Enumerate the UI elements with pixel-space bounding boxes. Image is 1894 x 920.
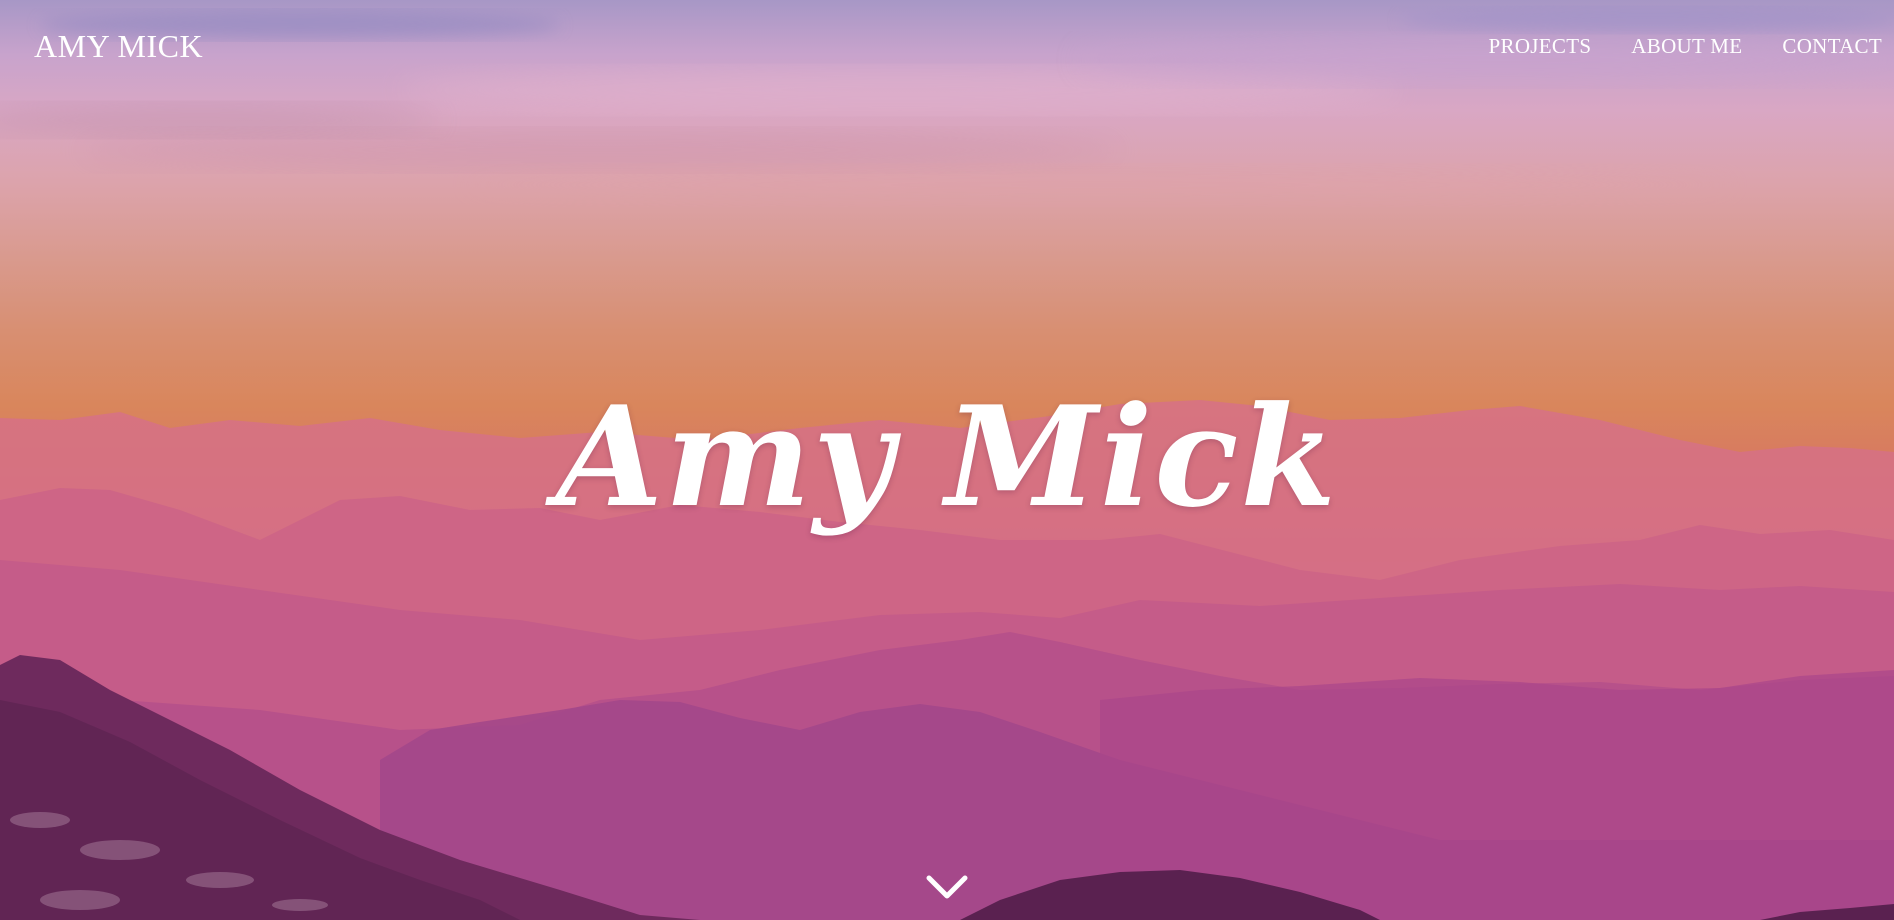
hero-title: Amy Mick: [555, 375, 1339, 538]
main-nav: PROJECTS ABOUT ME CONTACT: [1489, 34, 1882, 59]
hero-section: AMY MICK PROJECTS ABOUT ME CONTACT Amy M…: [0, 0, 1894, 920]
brand-logo-link[interactable]: AMY MICK: [34, 28, 203, 65]
chevron-down-icon: [926, 875, 968, 899]
top-navigation-bar: AMY MICK PROJECTS ABOUT ME CONTACT: [0, 0, 1894, 96]
nav-link-about-me[interactable]: ABOUT ME: [1631, 34, 1742, 59]
nav-link-projects[interactable]: PROJECTS: [1489, 34, 1592, 59]
nav-link-contact[interactable]: CONTACT: [1782, 34, 1882, 59]
scroll-down-button[interactable]: [925, 872, 969, 902]
